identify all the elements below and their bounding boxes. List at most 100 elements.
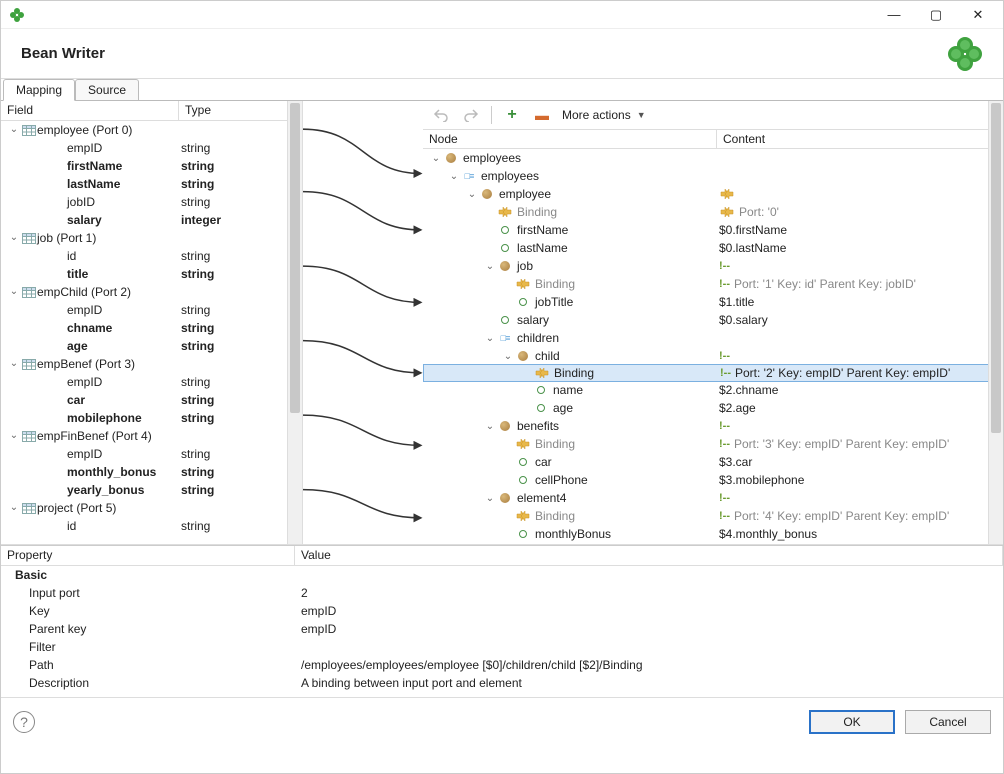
field-row[interactable]: lastNamestring	[1, 175, 302, 193]
remove-button[interactable]: ▬	[532, 105, 552, 125]
field-row[interactable]: ⌄empFinBenef (Port 4)	[1, 427, 302, 445]
field-row[interactable]: ⌄employee (Port 0)	[1, 121, 302, 139]
field-row[interactable]: salaryinteger	[1, 211, 302, 229]
field-label: car	[67, 391, 85, 409]
node-row[interactable]: Binding!--Port: '3' Key: empID' Parent K…	[423, 435, 1003, 453]
help-button[interactable]: ?	[13, 711, 35, 733]
node-row[interactable]: monthlyBonus$4.monthly_bonus	[423, 525, 1003, 543]
node-tree[interactable]: ⌄employees⌄□≡employees⌄employeeBindingPo…	[423, 149, 1003, 544]
node-row[interactable]: Binding!--Port: '4' Key: empID' Parent K…	[423, 507, 1003, 525]
field-row[interactable]: jobIDstring	[1, 193, 302, 211]
node-row[interactable]: age$2.age	[423, 399, 1003, 417]
chevron-down-icon[interactable]: ⌄	[465, 189, 479, 200]
property-row[interactable]: KeyempID	[1, 602, 1003, 620]
field-row[interactable]: ⌄empBenef (Port 3)	[1, 355, 302, 373]
chevron-down-icon[interactable]: ⌄	[7, 121, 21, 139]
node-row[interactable]: lastName$0.lastName	[423, 239, 1003, 257]
undo-button[interactable]	[431, 105, 451, 125]
node-header-content[interactable]: Content	[717, 130, 1003, 148]
field-header-field[interactable]: Field	[1, 101, 179, 120]
field-row[interactable]: firstNamestring	[1, 157, 302, 175]
chevron-down-icon[interactable]: ⌄	[7, 355, 21, 373]
node-row[interactable]: ⌄ job !--	[423, 257, 1003, 275]
field-row[interactable]: empIDstring	[1, 301, 302, 319]
field-row[interactable]: ⌄ job (Port 1)	[1, 229, 302, 247]
property-row[interactable]: DescriptionA binding between input port …	[1, 674, 1003, 692]
properties-header-property[interactable]: Property	[1, 546, 295, 565]
node-label: job	[517, 259, 533, 273]
field-row[interactable]: idstring	[1, 247, 302, 265]
chevron-down-icon[interactable]: ⌄	[483, 333, 497, 344]
node-row[interactable]: ⌄element4!--	[423, 489, 1003, 507]
tab-mapping[interactable]: Mapping	[3, 79, 75, 101]
field-header-type[interactable]: Type	[179, 101, 302, 120]
field-row[interactable]: empIDstring	[1, 373, 302, 391]
node-row[interactable]: ⌄employee	[423, 185, 1003, 203]
add-button[interactable]: +	[502, 105, 522, 125]
cancel-button[interactable]: Cancel	[905, 710, 991, 734]
node-row[interactable]: ⌄□≡children	[423, 329, 1003, 347]
window-maximize-button[interactable]: ▢	[915, 3, 957, 27]
node-row[interactable]: ⌄□≡employees	[423, 167, 1003, 185]
window-close-button[interactable]: ✕	[957, 3, 999, 27]
chevron-down-icon[interactable]: ⌄	[501, 351, 515, 362]
scrollbar-thumb[interactable]	[290, 103, 300, 413]
field-row[interactable]: mobilephonestring	[1, 409, 302, 427]
node-header-node[interactable]: Node	[423, 130, 717, 148]
field-row[interactable]: ⌄project (Port 5)	[1, 499, 302, 517]
chevron-down-icon[interactable]: ⌄	[483, 493, 497, 504]
bang-icon: !--	[719, 260, 730, 272]
chevron-down-icon[interactable]: ⌄	[483, 421, 497, 432]
property-row[interactable]: Basic	[1, 566, 1003, 584]
property-name: Input port	[1, 586, 295, 600]
property-row[interactable]: Path/employees/employees/employee [$0]/c…	[1, 656, 1003, 674]
chevron-down-icon[interactable]: ⌄	[429, 153, 443, 164]
field-scrollbar[interactable]	[287, 101, 302, 544]
node-row[interactable]: BindingPort: '0'	[423, 203, 1003, 221]
field-type: string	[179, 193, 302, 211]
chevron-down-icon[interactable]: ⌄	[447, 171, 461, 182]
binding-icon	[515, 277, 531, 291]
window-minimize-button[interactable]: —	[873, 3, 915, 27]
chevron-down-icon[interactable]: ⌄	[7, 229, 21, 247]
redo-button[interactable]	[461, 105, 481, 125]
node-scrollbar[interactable]	[988, 101, 1003, 544]
chevron-down-icon[interactable]: ⌄	[483, 261, 497, 272]
node-panel: + ▬ More actions ▼ Node Content ⌄employe…	[423, 101, 1003, 544]
field-row[interactable]: empIDstring	[1, 139, 302, 157]
tab-source[interactable]: Source	[75, 79, 139, 100]
node-row[interactable]: ⌄employees	[423, 149, 1003, 167]
property-row[interactable]: Input port2	[1, 584, 1003, 602]
field-tree[interactable]: ⌄employee (Port 0)empIDstringfirstNamest…	[1, 121, 302, 544]
node-row[interactable]: cellPhone$3.mobilephone	[423, 471, 1003, 489]
chevron-down-icon[interactable]: ⌄	[7, 427, 21, 445]
field-row[interactable]: agestring	[1, 337, 302, 355]
node-row[interactable]: name$2.chname	[423, 381, 1003, 399]
node-row[interactable]: ⌄benefits!--	[423, 417, 1003, 435]
chevron-down-icon[interactable]: ⌄	[7, 499, 21, 517]
node-row[interactable]: Binding!--Port: '2' Key: empID' Parent K…	[423, 364, 1003, 382]
table-icon	[21, 123, 37, 137]
scrollbar-thumb[interactable]	[991, 103, 1001, 433]
chevron-down-icon[interactable]: ⌄	[7, 283, 21, 301]
field-row[interactable]: chnamestring	[1, 319, 302, 337]
node-row[interactable]: car$3.car	[423, 453, 1003, 471]
node-row[interactable]: Binding!--Port: '1' Key: id' Parent Key:…	[423, 275, 1003, 293]
properties-header-value[interactable]: Value	[295, 546, 1003, 565]
node-row[interactable]: ⌄child!--	[423, 347, 1003, 365]
node-row[interactable]: firstName$0.firstName	[423, 221, 1003, 239]
field-row[interactable]: ⌄empChild (Port 2)	[1, 283, 302, 301]
field-row[interactable]: carstring	[1, 391, 302, 409]
field-label: job (Port 1)	[37, 229, 96, 247]
field-row[interactable]: idstring	[1, 517, 302, 535]
property-row[interactable]: Parent keyempID	[1, 620, 1003, 638]
node-row[interactable]: jobTitle$1.title	[423, 293, 1003, 311]
field-row[interactable]: monthly_bonusstring	[1, 463, 302, 481]
ok-button[interactable]: OK	[809, 710, 895, 734]
more-actions-dropdown[interactable]: More actions ▼	[562, 108, 646, 122]
field-row[interactable]: titlestring	[1, 265, 302, 283]
property-row[interactable]: Filter	[1, 638, 1003, 656]
node-row[interactable]: salary$0.salary	[423, 311, 1003, 329]
field-row[interactable]: empIDstring	[1, 445, 302, 463]
field-row[interactable]: yearly_bonusstring	[1, 481, 302, 499]
